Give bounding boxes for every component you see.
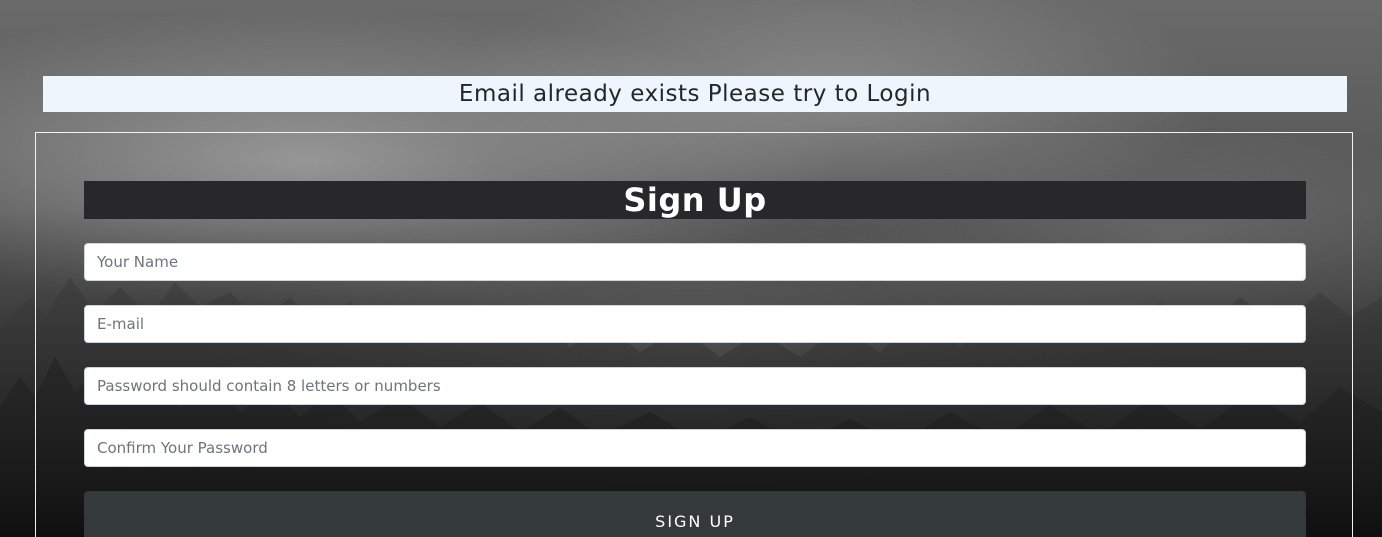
signup-form: Sign Up SIGN UP [35,132,1353,537]
sign-up-button[interactable]: SIGN UP [84,491,1306,537]
form-title: Sign Up [84,181,1306,219]
name-input[interactable] [84,243,1306,281]
email-exists-alert: Email already exists Please try to Login [43,76,1347,112]
email-input[interactable] [84,305,1306,343]
form-title-text: Sign Up [623,181,767,219]
alert-message: Email already exists Please try to Login [458,81,932,107]
password-input[interactable] [84,367,1306,405]
confirm-password-input[interactable] [84,429,1306,467]
